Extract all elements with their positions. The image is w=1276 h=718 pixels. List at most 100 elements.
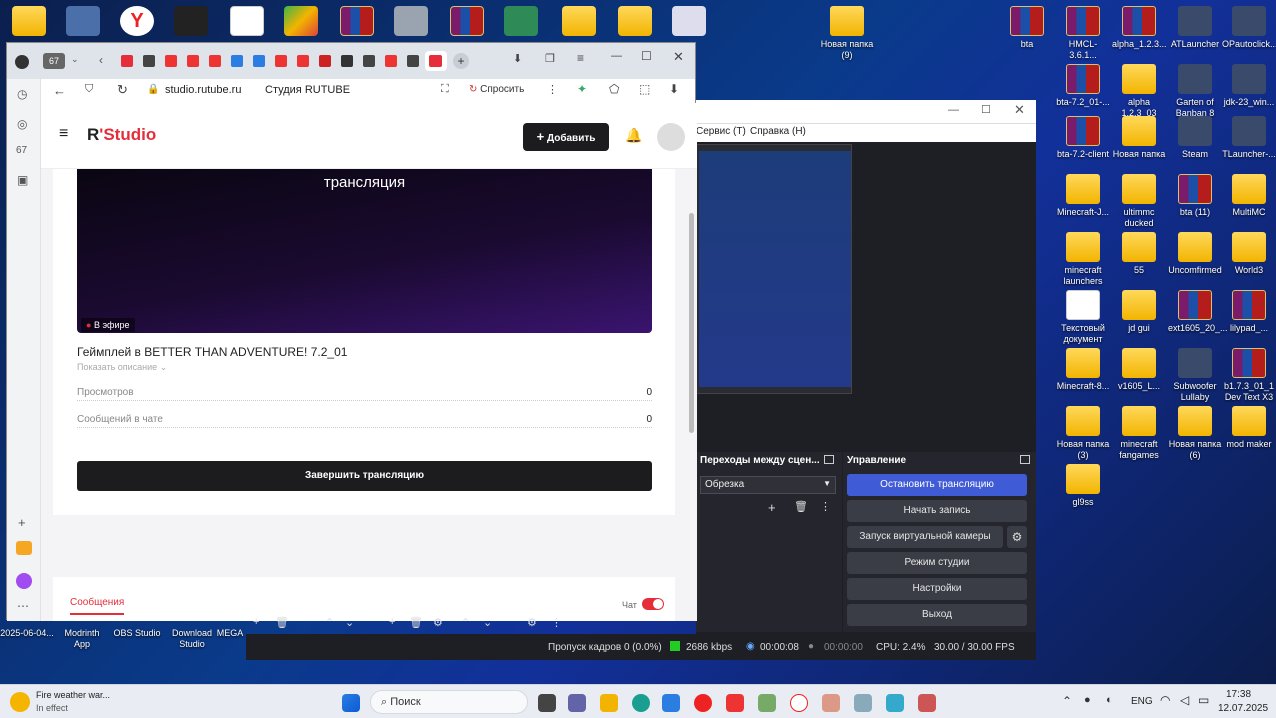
obs-maximize-button[interactable]: ☐ (981, 103, 991, 116)
app-icon[interactable] (394, 6, 428, 36)
desktop-icon[interactable]: bta (11) (1168, 174, 1222, 218)
store-icon[interactable] (662, 694, 680, 712)
desktop-icon[interactable]: Minecraft-8... (1056, 348, 1110, 392)
url-text[interactable]: studio.rutube.ru (165, 84, 241, 96)
desktop-icon[interactable]: bta (1000, 6, 1054, 50)
desktop-icon[interactable]: ext1605_20_... (1168, 290, 1228, 334)
pinned-tab-icon[interactable] (319, 55, 331, 67)
archive-icon[interactable] (450, 6, 484, 36)
pinned-tab-icon[interactable] (385, 55, 397, 67)
mixer-settings-icon[interactable]: ⚙ (527, 616, 537, 629)
battery-icon[interactable]: ▭ (1198, 693, 1209, 707)
settings-button[interactable]: Настройки (847, 578, 1027, 600)
transition-select[interactable]: Обрезка ▼ (700, 476, 836, 494)
desktop-icon[interactable]: b1.7.3_01_1 Dev Text X3 (1222, 348, 1276, 403)
desktop-icon[interactable]: bta-7.2-client (1056, 116, 1110, 160)
app-icon[interactable] (66, 6, 100, 36)
app-icon[interactable] (758, 694, 776, 712)
desktop-icon[interactable]: Новая папка (6) (1168, 406, 1222, 461)
menu-icon[interactable]: ≡ (577, 51, 584, 65)
desktop-icon[interactable]: alpha_1.2.3... (1112, 6, 1167, 50)
language-indicator[interactable]: ENG (1131, 696, 1153, 707)
obs-minimize-button[interactable]: — (948, 104, 959, 116)
history-icon[interactable]: ◷ (17, 87, 27, 101)
remove-scene-icon[interactable]: 🗑 (275, 616, 289, 629)
desktop-icon[interactable]: gl9ss (1056, 464, 1110, 508)
move-up-icon[interactable]: ⌃ (325, 616, 334, 629)
scroll-tabs-left-icon[interactable]: ‹ (99, 53, 103, 67)
tray-app-icon[interactable]: ◐ (1106, 694, 1113, 706)
bell-icon[interactable]: 🔔 (625, 127, 642, 144)
app-icon[interactable] (918, 694, 936, 712)
add-panel-icon[interactable]: + (18, 515, 26, 530)
reload-icon[interactable]: ↻ (117, 82, 128, 98)
mail-icon[interactable] (16, 541, 32, 555)
desktop-icon[interactable]: Garten of Banban 8 (1168, 64, 1222, 119)
video-player[interactable]: трансляция ● В эфире (77, 169, 652, 333)
desktop-icon[interactable]: ultimmc ducked (1112, 174, 1166, 229)
pinned-tab-icon[interactable] (231, 55, 243, 67)
virtual-camera-settings-button[interactable]: ⚙ (1007, 526, 1027, 548)
more-panels-icon[interactable]: ⋯ (17, 599, 29, 613)
desktop-icon[interactable]: HMCL-3.6.1... (1056, 6, 1110, 61)
start-virtual-camera-button[interactable]: Запуск виртуальной камеры (847, 526, 1003, 548)
end-broadcast-button[interactable]: Завершить трансляцию (77, 461, 652, 491)
pinned-tab-icon[interactable] (297, 55, 309, 67)
pinned-tab-icon[interactable] (363, 55, 375, 67)
add-button[interactable]: + Добавить (523, 123, 609, 151)
yandex-browser-icon[interactable]: Y (120, 6, 154, 36)
windows-start-icon[interactable] (342, 694, 360, 712)
menu-service[interactable]: Сервис (T) (696, 126, 746, 137)
app-icon[interactable] (284, 6, 318, 36)
desktop-icon[interactable]: 55 (1112, 232, 1166, 276)
folder-icon[interactable] (12, 6, 46, 36)
desktop-icon[interactable]: Uncomfirmed (1168, 232, 1222, 276)
file-explorer-icon[interactable] (600, 694, 618, 712)
downloads-icon[interactable]: ⬇ (513, 52, 522, 65)
add-source-icon[interactable]: + (389, 616, 395, 628)
desktop-icon-obs[interactable]: OBS Studio (110, 620, 164, 639)
alice-icon[interactable] (16, 573, 32, 589)
desktop-icon[interactable]: v1605_L... (1112, 348, 1166, 392)
studio-mode-button[interactable]: Режим студии (847, 552, 1027, 574)
pinned-tab-icon[interactable] (187, 55, 199, 67)
teams-icon[interactable] (568, 694, 586, 712)
sidebar-icon[interactable]: ⬚ (639, 82, 650, 96)
app-icon[interactable] (504, 6, 538, 36)
yandex-icon[interactable] (854, 694, 872, 712)
desktop-icon[interactable]: bta-7.2_01-... (1056, 64, 1110, 108)
pinned-tab-icon[interactable] (275, 55, 287, 67)
clock-date[interactable]: 12.07.2025 (1218, 703, 1268, 714)
extensions-icon[interactable]: ⬠ (609, 82, 619, 96)
transition-menu-icon[interactable]: ⋮ (820, 500, 831, 513)
close-icon[interactable]: ✕ (673, 49, 684, 65)
desktop-icon[interactable]: Текстовый документ (1056, 290, 1110, 345)
wifi-icon[interactable]: ◠ (1160, 693, 1170, 707)
app-icon[interactable] (174, 6, 208, 36)
bookmark-icon[interactable]: ⛶ (441, 83, 449, 96)
desktop-icon[interactable]: Новая папка (3) (1056, 406, 1110, 461)
yandex-browser-taskbar-icon[interactable] (790, 694, 808, 712)
new-tab-button[interactable]: + (453, 53, 469, 69)
copy-icon[interactable]: ❐ (545, 52, 555, 65)
desktop-icon[interactable]: mod maker (1222, 406, 1276, 450)
pinned-tab-icon[interactable] (165, 55, 177, 67)
pinned-tab-icon[interactable] (121, 55, 133, 67)
avatar[interactable] (657, 123, 685, 151)
desktop-icon[interactable]: Subwoofer Lullaby (1168, 348, 1222, 403)
hamburger-icon[interactable]: ≡ (59, 125, 68, 143)
chat-toggle[interactable] (642, 598, 664, 610)
edge-icon[interactable] (632, 694, 650, 712)
desktop-icon-screenshot[interactable]: 2025-06-04... (0, 620, 54, 639)
desktop-icon[interactable]: minecraft launchers (1056, 232, 1110, 287)
start-recording-button[interactable]: Начать запись (847, 500, 1027, 522)
desktop-icon[interactable]: Minecraft-J... (1056, 174, 1110, 218)
pinned-tab-icon[interactable] (407, 55, 419, 67)
add-scene-icon[interactable]: + (253, 616, 259, 628)
remove-source-icon[interactable]: 🗑 (409, 616, 423, 629)
notes-icon[interactable]: ▣ (17, 173, 28, 187)
yandex-app-icon[interactable] (726, 694, 744, 712)
remove-transition-icon[interactable]: 🗑 (794, 500, 808, 513)
document-icon[interactable] (230, 6, 264, 36)
volume-icon[interactable]: ◁ (1180, 693, 1189, 707)
